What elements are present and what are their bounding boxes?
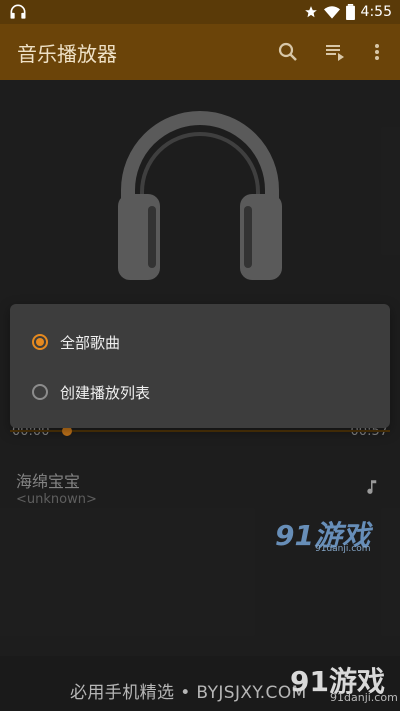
queue-music-icon[interactable] — [323, 40, 347, 64]
search-icon[interactable] — [276, 40, 300, 64]
app-title: 音乐播放器 — [17, 42, 117, 66]
option-create-playlist[interactable]: 创建播放列表 — [32, 380, 352, 404]
radio-all-songs[interactable] — [32, 334, 48, 350]
status-time: 4:55 — [360, 4, 392, 20]
battery-icon — [345, 4, 355, 20]
more-vert-icon[interactable] — [365, 40, 389, 64]
headphones-icon — [10, 4, 26, 19]
playlist-dialog: 全部歌曲 创建播放列表 — [10, 304, 390, 428]
option-label-all-songs: 全部歌曲 — [60, 333, 121, 352]
wifi-icon — [323, 6, 340, 19]
radio-create-playlist[interactable] — [32, 384, 48, 400]
app-bar: 音乐播放器 — [0, 24, 400, 80]
status-bar: 4:55 — [0, 0, 400, 24]
option-label-create-playlist: 创建播放列表 — [60, 383, 151, 402]
star-icon — [304, 6, 317, 18]
option-all-songs[interactable]: 全部歌曲 — [32, 330, 352, 354]
